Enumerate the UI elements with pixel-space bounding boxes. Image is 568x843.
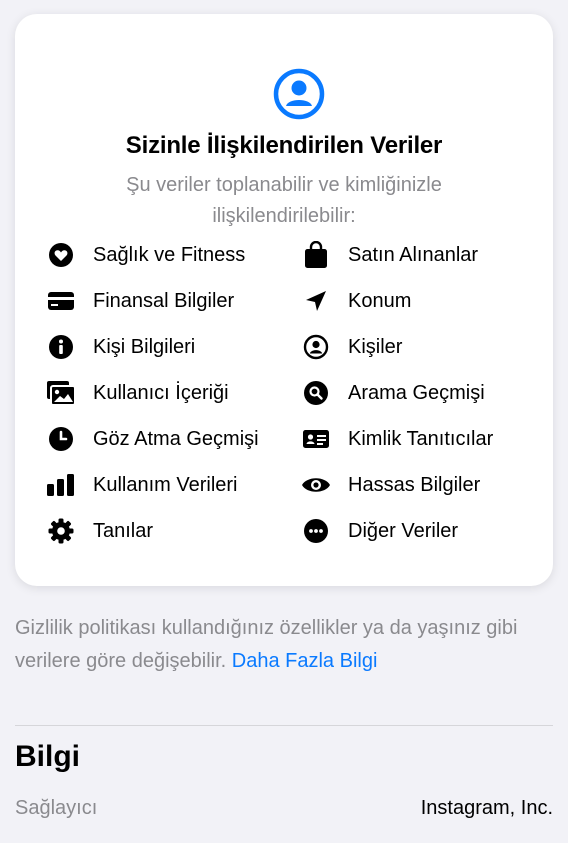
- data-item-financial: Finansal Bilgiler: [46, 286, 234, 316]
- id-card-icon: [301, 424, 331, 454]
- data-item-label: Kişiler: [348, 335, 403, 358]
- learn-more-link[interactable]: Daha Fazla Bilgi: [232, 650, 378, 672]
- shopping-bag-icon: [301, 240, 331, 270]
- data-item-location: Konum: [301, 286, 411, 316]
- card-subtitle: Şu veriler toplanabilir ve kimliğinizle …: [126, 174, 442, 227]
- provider-label: Sağlayıcı: [15, 797, 98, 819]
- info-section-title: Bilgi: [15, 740, 80, 773]
- data-item-label: Kimlik Tanıtıcılar: [348, 427, 494, 450]
- search-icon: [301, 378, 331, 408]
- card-title: Sizinle İlişkilendirilen Veriler: [125, 132, 443, 159]
- data-item-other-data: Diğer Veriler: [301, 516, 458, 546]
- data-item-label: Kullanıcı İçeriği: [93, 381, 229, 404]
- data-item-label: Göz Atma Geçmişi: [93, 427, 259, 450]
- photos-icon: [46, 378, 76, 408]
- location-arrow-icon: [301, 286, 331, 316]
- privacy-card: Sizinle İlişkilendirilen Veriler Şu veri…: [15, 14, 553, 586]
- provider-value: Instagram, Inc.: [420, 797, 553, 819]
- data-item-diagnostics: Tanılar: [46, 516, 153, 546]
- data-item-contacts: Kişiler: [301, 332, 402, 362]
- heart-icon: [46, 240, 76, 270]
- data-item-label: Finansal Bilgiler: [93, 289, 235, 312]
- data-item-purchases: Satın Alınanlar: [301, 240, 478, 270]
- data-item-identifiers: Kimlik Tanıtıcılar: [301, 424, 493, 454]
- data-item-usage-data: Kullanım Verileri: [46, 470, 238, 500]
- data-item-browsing-history: Göz Atma Geçmişi: [46, 424, 259, 454]
- data-item-label: Arama Geçmişi: [348, 381, 485, 404]
- info-icon: [46, 332, 76, 362]
- data-item-label: Kişi Bilgileri: [93, 335, 196, 358]
- clock-icon: [46, 424, 76, 454]
- data-item-label: Tanılar: [93, 519, 154, 542]
- data-item-label: Satın Alınanlar: [348, 243, 479, 266]
- data-item-search-history: Arama Geçmişi: [301, 378, 485, 408]
- data-item-sensitive-info: Hassas Bilgiler: [301, 470, 480, 500]
- gear-icon: [46, 516, 76, 546]
- data-item-label: Konum: [348, 289, 412, 312]
- bar-chart-icon: [46, 470, 76, 500]
- data-item-label: Sağlık ve Fitness: [93, 243, 246, 266]
- contact-circle-icon: [301, 332, 331, 362]
- data-item-label: Diğer Veriler: [348, 519, 459, 542]
- credit-card-icon: [46, 286, 76, 316]
- divider: [15, 725, 553, 726]
- more-icon: [301, 516, 331, 546]
- person-circle-icon: [273, 68, 325, 120]
- eye-icon: [301, 470, 331, 500]
- privacy-footnote: Gizlilik politikası kullandığınız özelli…: [15, 612, 560, 678]
- data-item-user-content: Kullanıcı İçeriği: [46, 378, 229, 408]
- data-item-label: Kullanım Verileri: [93, 473, 238, 496]
- data-item-label: Hassas Bilgiler: [348, 473, 481, 496]
- data-item-health: Sağlık ve Fitness: [46, 240, 245, 270]
- data-item-contact-info: Kişi Bilgileri: [46, 332, 195, 362]
